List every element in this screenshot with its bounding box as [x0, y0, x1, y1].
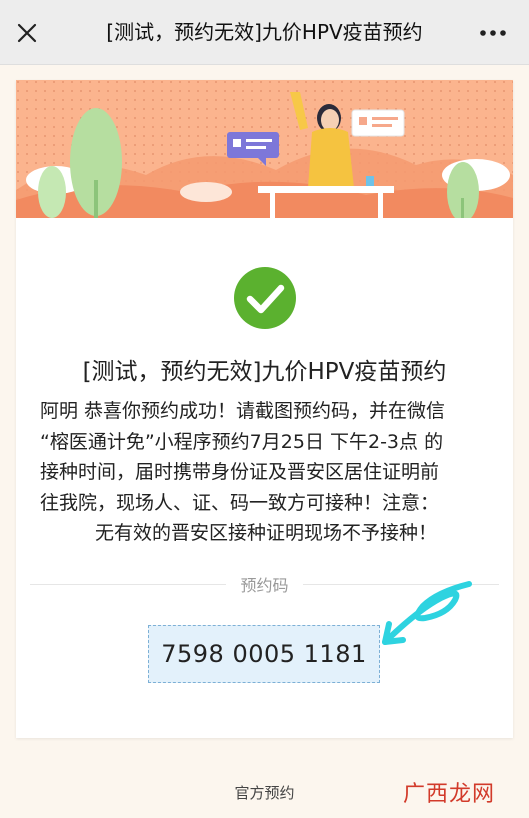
navigation-bar: [测试，预约无效]九价HPV疫苗预约 — [0, 0, 529, 65]
page-title: [测试，预约无效]九价HPV疫苗预约 — [106, 20, 423, 44]
close-icon[interactable] — [14, 20, 40, 46]
message-line: 无有效的晋安区接种证明现场不予接种！ — [94, 522, 437, 544]
booking-result-card: [测试，预约无效]九价HPV疫苗预约 阿明 恭喜你预约成功！请截图预约码，并在微… — [16, 80, 513, 738]
watermark: 广西龙网 — [402, 782, 495, 807]
message-line: 阿明 恭喜你预约成功！请截图预约码，并在微信 — [40, 400, 446, 422]
success-message: 阿明 恭喜你预约成功！请截图预约码，并在微信 “榕医通计免”小程序预约7月25日… — [40, 396, 492, 549]
message-line: 接种时间，届时携带身份证及晋安区居住证明前 — [40, 461, 440, 483]
code-label: 预约码 — [16, 572, 513, 596]
message-line: 往我院，现场人、证、码一致方可接种！注意： — [40, 491, 440, 514]
more-dots-icon[interactable] — [479, 24, 507, 42]
booking-code[interactable]: 7598 0005 1181 — [148, 625, 380, 683]
banner-illustration — [16, 80, 513, 218]
message-line: “榕医通计免”小程序预约7月25日 下午2-3点 的 — [40, 430, 444, 453]
code-label-text: 预约码 — [226, 576, 303, 595]
booking-title: [测试，预约无效]九价HPV疫苗预约 — [82, 359, 447, 385]
success-check-icon — [234, 267, 296, 329]
